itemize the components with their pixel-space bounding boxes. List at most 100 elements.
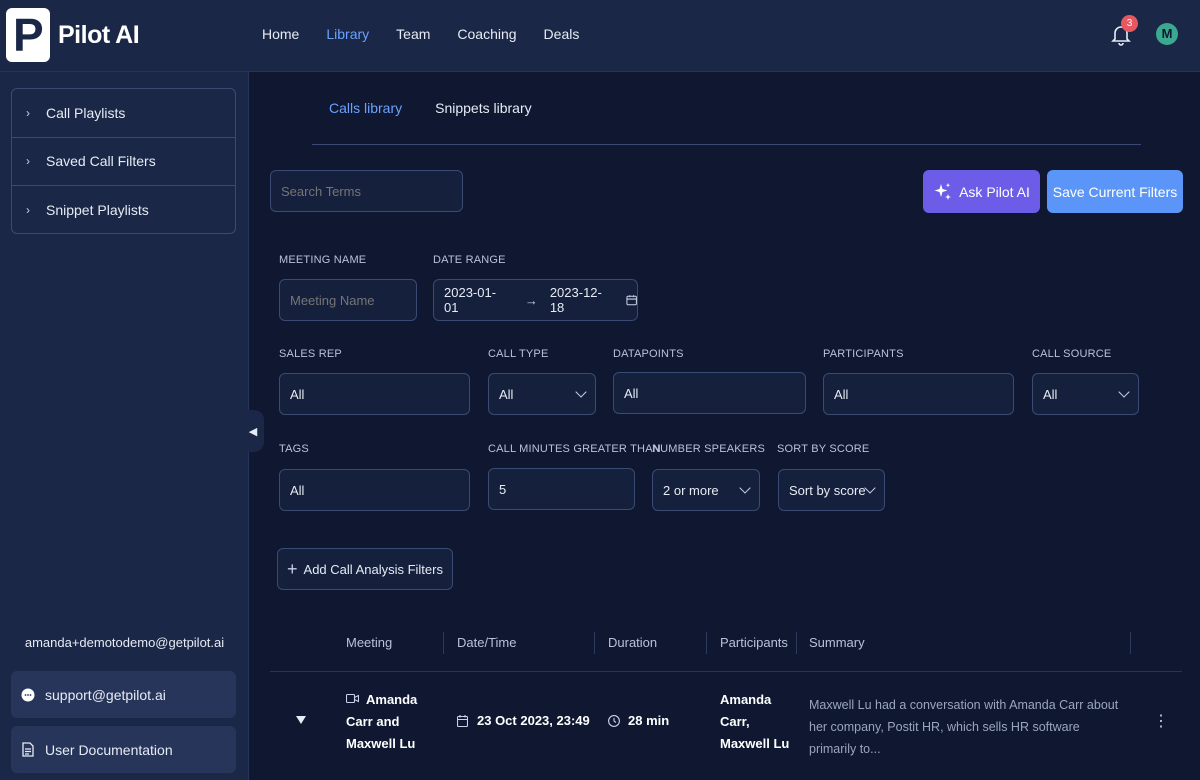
- call-type-select[interactable]: All: [488, 373, 596, 415]
- logo[interactable]: P Pilot AI: [6, 8, 140, 62]
- tags-select[interactable]: All: [279, 469, 470, 511]
- top-bar: P Pilot AI Home Library Team Coaching De…: [0, 0, 1200, 72]
- date-end: 2023-12-18: [549, 285, 602, 315]
- call-datetime: 23 Oct 2023, 23:49: [477, 713, 590, 728]
- participants-label: PARTICIPANTS: [823, 348, 904, 360]
- date-range-label: DATE RANGE: [433, 254, 506, 266]
- participants-line: Maxwell Lu: [720, 736, 790, 751]
- add-call-analysis-filters-button[interactable]: + Add Call Analysis Filters: [277, 548, 453, 590]
- number-speakers-value: 2 or more: [663, 482, 719, 498]
- notification-badge: 3: [1121, 15, 1138, 32]
- meeting-name-input[interactable]: [279, 279, 417, 321]
- datapoints-select[interactable]: All: [613, 372, 806, 414]
- chevron-right-icon: ›: [26, 203, 30, 218]
- chat-icon: [19, 686, 37, 704]
- column-header-meeting[interactable]: Meeting: [346, 635, 392, 650]
- sidebar-item-saved-call-filters[interactable]: › Saved Call Filters: [12, 138, 235, 187]
- chevron-right-icon: ›: [26, 105, 30, 120]
- ask-pilot-ai-button[interactable]: Ask Pilot AI: [923, 170, 1040, 213]
- logo-mark: P: [6, 8, 50, 62]
- column-divider: [1130, 632, 1131, 654]
- sidebar-item-label: Call Playlists: [46, 104, 126, 121]
- sidebar-item-label: Saved Call Filters: [46, 153, 156, 170]
- plus-icon: +: [287, 558, 298, 579]
- tab-snippets-library[interactable]: Snippets library: [435, 100, 532, 116]
- call-source-select[interactable]: All: [1032, 373, 1139, 415]
- call-duration: 28 min: [628, 713, 670, 728]
- user-documentation-button[interactable]: User Documentation: [11, 726, 236, 773]
- column-header-summary[interactable]: Summary: [809, 635, 865, 650]
- meeting-title-line: Maxwell Lu: [346, 736, 416, 751]
- column-header-datetime[interactable]: Date/Time: [457, 635, 516, 650]
- datapoints-label: DATAPOINTS: [613, 348, 684, 360]
- search-input[interactable]: [270, 170, 463, 212]
- arrow-right-icon: →: [524, 292, 538, 308]
- call-type-label: CALL TYPE: [488, 348, 549, 360]
- support-button[interactable]: support@getpilot.ai: [11, 671, 236, 718]
- sort-by-score-value: Sort by score: [789, 482, 866, 498]
- main-nav: Home Library Team Coaching Deals: [262, 26, 606, 42]
- number-speakers-select[interactable]: 2 or more: [652, 469, 760, 511]
- docs-label: User Documentation: [45, 741, 173, 758]
- calendar-icon: [626, 295, 637, 306]
- call-source-value: All: [1043, 386, 1058, 402]
- tab-calls-library[interactable]: Calls library: [329, 100, 402, 116]
- collapse-sidebar-button[interactable]: ◀: [242, 410, 264, 452]
- sales-rep-label: SALES REP: [279, 348, 342, 360]
- caret-down-icon[interactable]: [296, 716, 306, 724]
- chevron-down-icon: [739, 482, 751, 494]
- avatar[interactable]: M: [1156, 23, 1178, 45]
- meeting-title-line: Carr and: [346, 714, 400, 729]
- column-divider: [706, 632, 707, 654]
- save-current-filters-button[interactable]: Save Current Filters: [1047, 170, 1183, 213]
- column-divider: [443, 632, 444, 654]
- column-divider: [796, 632, 797, 654]
- brand-name: Pilot AI: [58, 20, 140, 49]
- nav-coaching[interactable]: Coaching: [457, 26, 516, 42]
- participants-line: Carr,: [720, 714, 750, 729]
- meeting-title[interactable]: Amanda Carr and Maxwell Lu: [346, 689, 436, 755]
- column-header-duration[interactable]: Duration: [608, 635, 657, 650]
- sparkle-icon: [934, 182, 952, 200]
- sort-by-score-label: SORT BY SCORE: [777, 443, 870, 455]
- add-filters-label: Add Call Analysis Filters: [303, 561, 443, 577]
- clock-icon: [608, 715, 620, 727]
- column-divider: [594, 632, 595, 654]
- sidebar-item-snippet-playlists[interactable]: › Snippet Playlists: [12, 186, 235, 235]
- calendar-icon: [457, 715, 468, 727]
- nav-home[interactable]: Home: [262, 26, 299, 42]
- sales-rep-select[interactable]: All: [279, 373, 470, 415]
- chevron-down-icon: [1118, 386, 1130, 398]
- logo-letter: P: [13, 9, 44, 61]
- document-icon: [19, 741, 37, 759]
- more-options-icon[interactable]: ⋮: [1153, 714, 1169, 730]
- tags-label: TAGS: [279, 443, 309, 455]
- date-range-picker[interactable]: 2023-01-01 → 2023-12-18: [433, 279, 638, 321]
- nav-library[interactable]: Library: [326, 26, 369, 42]
- call-summary: Maxwell Lu had a conversation with Amand…: [809, 698, 1119, 756]
- caret-left-icon: ◀: [248, 425, 258, 438]
- nav-team[interactable]: Team: [396, 26, 430, 42]
- sort-by-score-select[interactable]: Sort by score: [778, 469, 885, 511]
- nav-deals[interactable]: Deals: [544, 26, 580, 42]
- column-header-participants[interactable]: Participants: [720, 635, 788, 650]
- chevron-down-icon: [575, 386, 587, 398]
- participants-line: Amanda: [720, 692, 772, 707]
- meeting-title-line: Amanda: [366, 692, 418, 707]
- call-minutes-input[interactable]: 5: [488, 468, 635, 510]
- ask-label: Ask Pilot AI: [959, 183, 1030, 200]
- chevron-down-icon: [864, 482, 876, 494]
- library-tabs: Calls library Snippets library: [329, 100, 565, 116]
- number-speakers-label: NUMBER SPEAKERS: [652, 443, 766, 455]
- sidebar: › Call Playlists › Saved Call Filters › …: [0, 72, 249, 780]
- support-label: support@getpilot.ai: [45, 686, 166, 703]
- call-source-label: CALL SOURCE: [1032, 348, 1112, 360]
- sidebar-item-call-playlists[interactable]: › Call Playlists: [12, 89, 235, 138]
- date-start: 2023-01-01: [444, 285, 497, 315]
- sidebar-list: › Call Playlists › Saved Call Filters › …: [11, 88, 236, 234]
- meeting-name-label: MEETING NAME: [279, 254, 367, 266]
- chevron-right-icon: ›: [26, 154, 30, 169]
- user-email: amanda+demotodemo@getpilot.ai: [24, 635, 225, 650]
- call-minutes-label: CALL MINUTES GREATER THAN: [488, 443, 661, 455]
- participants-select[interactable]: All: [823, 373, 1014, 415]
